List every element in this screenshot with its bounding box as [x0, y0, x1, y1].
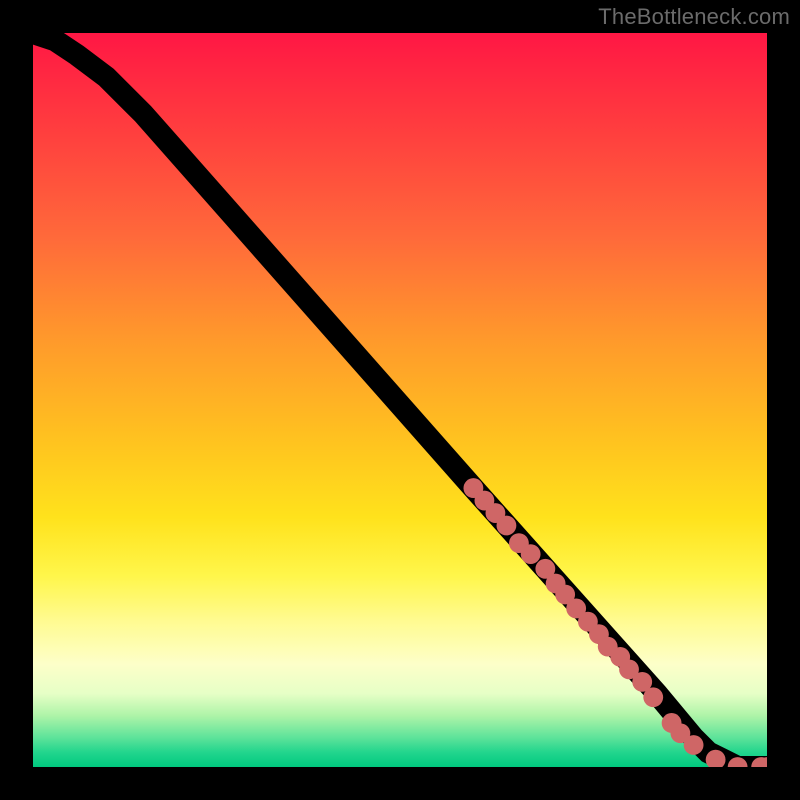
curve-marker: [521, 544, 541, 564]
curve-marker: [684, 735, 704, 755]
curve-marker: [497, 516, 517, 536]
watermark-label: TheBottleneck.com: [598, 4, 790, 30]
chart-svg: [33, 33, 767, 767]
curve-marker: [643, 687, 663, 707]
curve-line: [33, 33, 767, 767]
chart-container: [33, 33, 767, 767]
plot-area: [33, 33, 767, 767]
marker-group: [463, 478, 767, 767]
